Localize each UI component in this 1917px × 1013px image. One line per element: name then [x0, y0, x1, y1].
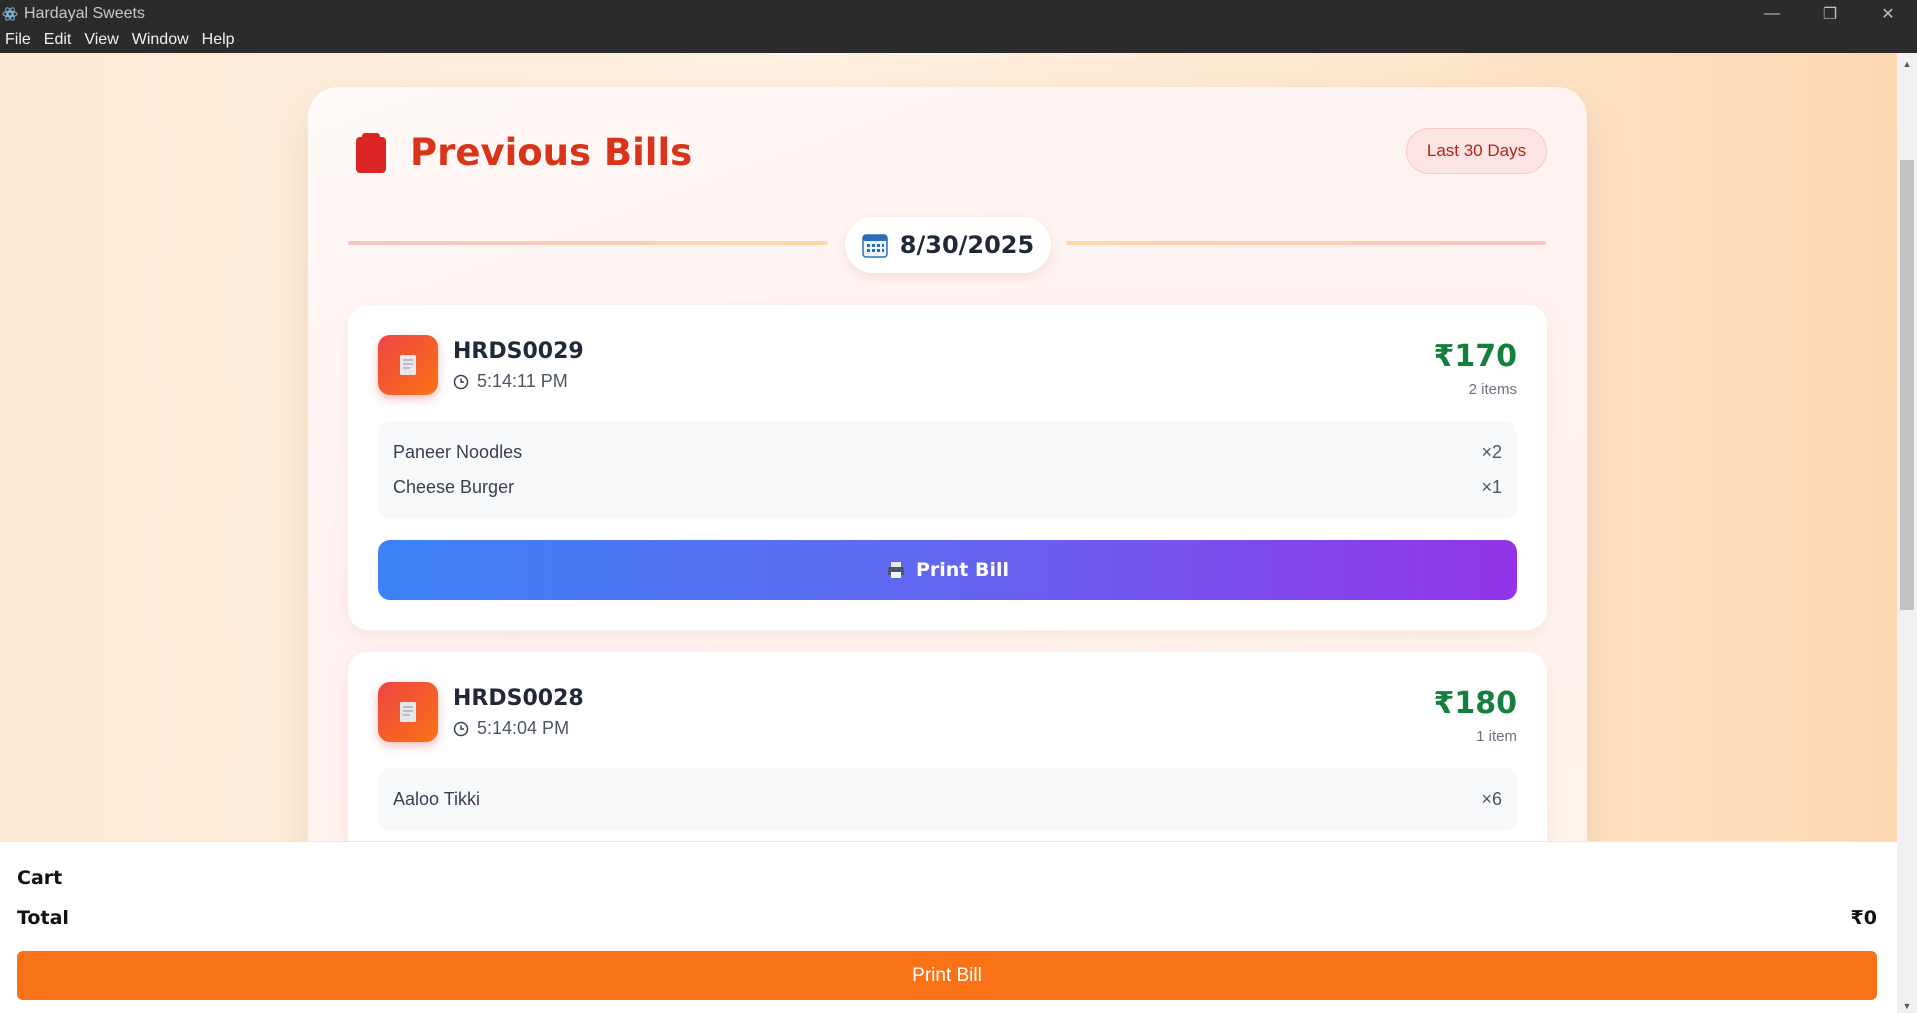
item-qty: ×6 [1481, 789, 1502, 809]
bill-number: HRDS0028 [453, 686, 584, 711]
calendar-icon [862, 234, 888, 258]
window-title: Hardayal Sweets [24, 4, 145, 22]
cart-panel: Cart Total ₹0 Print Bill [0, 841, 1897, 1013]
item-qty: ×2 [1481, 442, 1502, 462]
decor-shape [1048, 53, 1138, 59]
bill-amount: ₹170 [1433, 339, 1518, 374]
item-name: Aaloo Tikki [393, 789, 481, 809]
cart-print-bill-button[interactable]: Print Bill [17, 951, 1877, 1000]
app-icon [2, 6, 18, 21]
scroll-up-arrow-icon[interactable]: ▲ [1897, 57, 1917, 71]
menu-edit[interactable]: Edit [39, 31, 80, 49]
clock-icon [453, 721, 469, 736]
bill-card: HRDS0029 5:14:11 PM ₹170 2 items Paneer … [348, 305, 1547, 630]
divider-left [348, 241, 828, 245]
bill-time: 5:14:11 PM [453, 371, 568, 392]
item-name: Cheese Burger [393, 477, 515, 497]
bill-time: 5:14:04 PM [453, 718, 569, 739]
maximize-button[interactable]: ❐ [1801, 0, 1859, 27]
bill-item-count: 2 items [1468, 381, 1517, 398]
previous-bills-panel: Previous Bills Last 30 Days 8/30/2025 HR… [308, 87, 1587, 841]
date-label: 8/30/2025 [899, 231, 1035, 259]
print-bill-button[interactable]: Print Bill [378, 540, 1517, 600]
menu-bar: File Edit View Window Help [0, 27, 1917, 53]
list-item: Aaloo Tikki ×6 [393, 782, 1502, 817]
scrollbar[interactable]: ▲ ▼ [1897, 53, 1917, 1013]
bill-number: HRDS0029 [453, 339, 584, 364]
scroll-down-arrow-icon[interactable]: ▼ [1897, 999, 1917, 1013]
menu-window[interactable]: Window [127, 31, 197, 49]
bill-items: Aaloo Tikki ×6 [378, 768, 1517, 831]
close-button[interactable]: ✕ [1859, 0, 1917, 27]
bill-amount: ₹180 [1433, 686, 1518, 721]
menu-view[interactable]: View [79, 31, 126, 49]
receipt-icon [378, 335, 438, 395]
menu-help[interactable]: Help [197, 31, 243, 49]
item-name: Paneer Noodles [393, 442, 523, 462]
title-bar: Hardayal Sweets — ❐ ✕ [0, 0, 1917, 27]
total-label: Total [17, 907, 69, 929]
bill-item-count: 1 item [1476, 728, 1517, 745]
total-value: ₹0 [1850, 907, 1877, 929]
divider-right [1066, 241, 1546, 245]
bill-card: HRDS0028 5:14:04 PM ₹180 1 item Aaloo Ti… [348, 652, 1547, 841]
minimize-button[interactable]: — [1743, 0, 1801, 27]
bill-time-text: 5:14:11 PM [477, 371, 568, 391]
print-bill-label: Print Bill [915, 559, 1010, 581]
main-content: Previous Bills Last 30 Days 8/30/2025 HR… [0, 53, 1897, 841]
decor-shape [888, 53, 1008, 59]
decor-shape [770, 53, 850, 59]
clock-icon [453, 374, 469, 389]
printer-icon [887, 562, 904, 578]
clipboard-icon [356, 133, 386, 173]
date-header: 8/30/2025 [845, 217, 1051, 273]
date-range-badge[interactable]: Last 30 Days [1406, 128, 1547, 174]
menu-file[interactable]: File [0, 31, 39, 49]
receipt-icon [378, 682, 438, 742]
bill-items: Paneer Noodles ×2 Cheese Burger ×1 [378, 421, 1517, 519]
list-item: Paneer Noodles ×2 [393, 435, 1502, 470]
cart-title: Cart [17, 867, 63, 889]
bill-time-text: 5:14:04 PM [477, 718, 570, 738]
scroll-thumb[interactable] [1900, 160, 1914, 610]
page-title: Previous Bills [410, 131, 693, 174]
item-qty: ×1 [1481, 477, 1502, 497]
list-item: Cheese Burger ×1 [393, 470, 1502, 505]
